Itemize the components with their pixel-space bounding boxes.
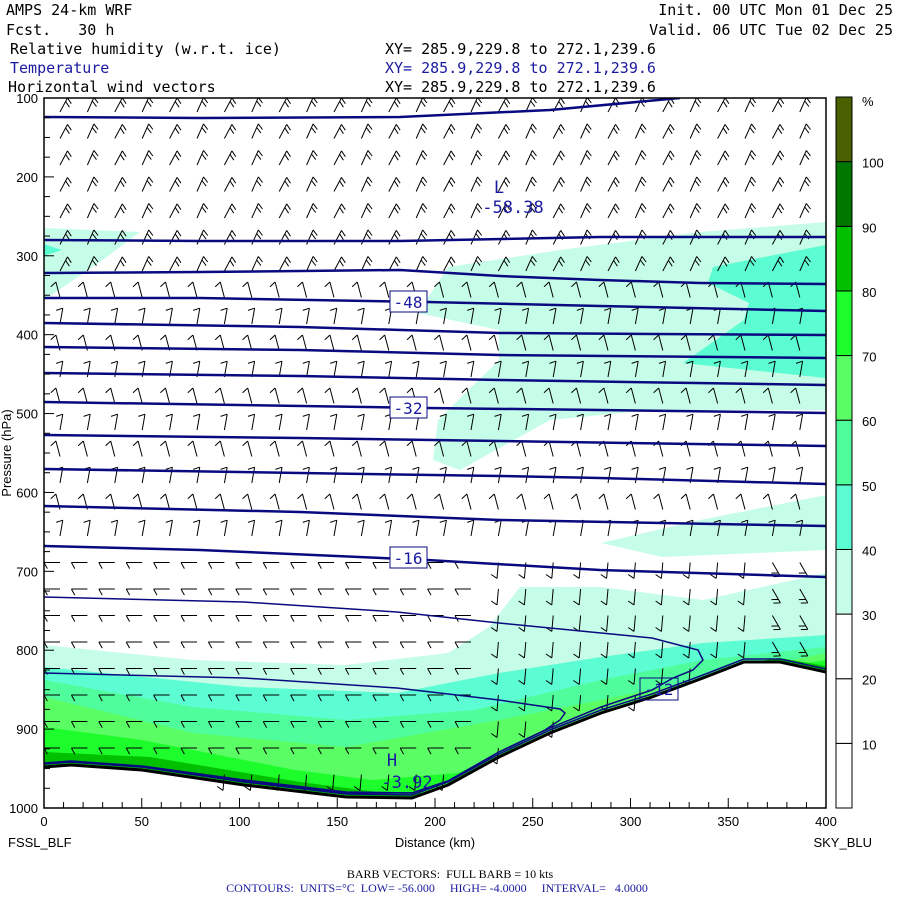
field-wind-xy: XY= 285.9,229.8 to 272.1,239.6 [385,78,656,96]
contour-legend: CONTOURS: UNITS=°C LOW= -56.000 HIGH= -4… [226,881,648,895]
low-marker-value: -58.38 [482,198,543,218]
colorbar-bin-50-60 [835,419,853,486]
colorbar-bin-60-70 [835,355,853,421]
cross-section-figure: AMPS 24-km WRF Init. 00 UTC Mon 01 Dec 2… [0,1,893,895]
colorbar-tick-label: 70 [862,350,876,365]
y-tick-label: 600 [16,485,38,500]
field-wind-label: Horizontal wind vectors [8,78,216,96]
forecast-hour: Fcst. 30 h [6,21,114,39]
colorbar-bin-40-50 [835,484,853,550]
colorbar-bin-0-10 [835,742,853,809]
x-tick-label: 200 [424,814,446,829]
high-marker-letter: H [387,751,397,771]
colorbar-unit: % [862,94,874,109]
barb-legend: BARB VECTORS: FULL BARB = 10 kts [347,867,554,881]
colorbar-tick-label: 90 [862,220,876,235]
svg-text:-12: -12 [645,680,674,699]
x-tick-label: 300 [620,814,642,829]
y-tick-label: 900 [16,722,38,737]
high-marker-value: -3.92 [381,773,432,793]
field-temperature-label: Temperature [10,59,109,77]
x-tick-label: 350 [717,814,739,829]
colorbar-tick-label: 100 [862,156,884,171]
low-marker-letter: L [494,178,504,198]
y-tick-label: 700 [16,564,38,579]
colorbar-tick-label: 20 [862,673,876,688]
colorbar-bin-90-100 [835,161,853,227]
y-tick-label: 500 [16,407,38,422]
colorbar-bin-70-80 [835,290,853,357]
colorbar-tick-label: 10 [862,737,876,752]
x-tick-label: 250 [522,814,544,829]
field-temperature-xy: XY= 285.9,229.8 to 272.1,239.6 [385,59,656,77]
y-tick-label: 800 [16,643,38,658]
colorbar-tick-label: 30 [862,608,876,623]
colorbar-bin-10-20 [835,678,853,744]
colorbar-tick-label: 60 [862,414,876,429]
field-rh-label: Relative humidity (w.r.t. ice) [10,40,281,58]
contour-label-minus32: -32 [389,396,428,419]
y-axis-title: Pressure (hPa) [0,409,14,496]
svg-text:-32: -32 [394,399,423,418]
contour-label-minus12: -12 [639,677,679,701]
model-title: AMPS 24-km WRF [6,1,132,19]
contour-label-minus16: -16 [389,546,428,569]
colorbar-tick-label: 80 [862,285,876,300]
y-tick-label: 200 [16,170,38,185]
x-tick-label: 400 [815,814,837,829]
contour-label-minus48: -48 [389,290,428,313]
end-location-label: SKY_BLU [813,835,872,850]
colorbar-bin-100-110 [835,96,853,163]
colorbar-tick-label: 50 [862,479,876,494]
start-location-label: FSSL_BLF [8,835,72,850]
field-rh-xy: XY= 285.9,229.8 to 272.1,239.6 [385,40,656,58]
init-time: Init. 00 UTC Mon 01 Dec 25 [658,1,893,19]
x-tick-label: 150 [326,814,348,829]
x-tick-label: 100 [229,814,251,829]
x-axis-title: Distance (km) [395,835,475,850]
y-tick-label: 100 [16,91,38,106]
colorbar-bin-30-40 [835,548,853,615]
colorbar: 10 20 30 40 50 60 70 80 90 100 [835,96,884,809]
svg-text:-48: -48 [394,293,423,312]
x-tick-label: 50 [135,814,149,829]
valid-time: Valid. 06 UTC Tue 02 Dec 25 [649,21,893,39]
y-tick-label: 400 [16,328,38,343]
colorbar-tick-label: 40 [862,543,876,558]
y-tick-label: 300 [16,249,38,264]
y-tick-label: 1000 [9,801,38,816]
svg-text:-16: -16 [394,549,423,568]
x-tick-label: 0 [40,814,47,829]
colorbar-bin-80-90 [835,225,853,292]
colorbar-bin-20-30 [835,613,853,680]
